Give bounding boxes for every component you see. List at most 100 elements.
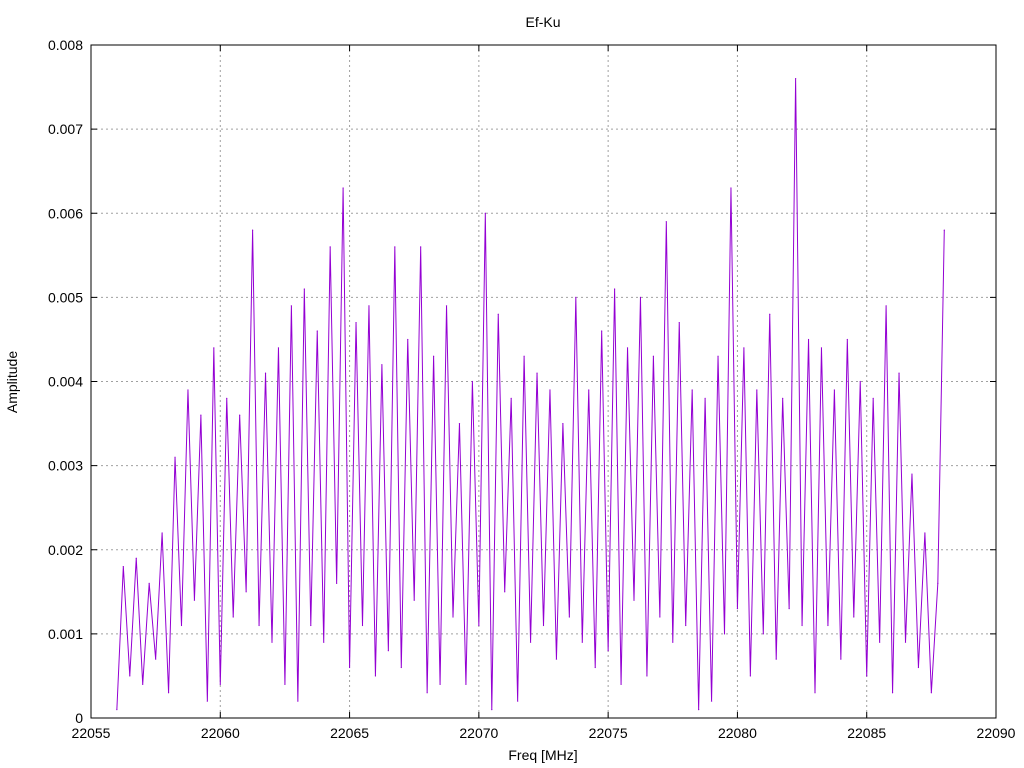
data-point: [614, 288, 616, 290]
data-point: [142, 683, 144, 685]
data-point: [698, 708, 700, 711]
data-point: [846, 338, 848, 341]
data-point: [672, 641, 674, 643]
data-point: [374, 675, 377, 677]
data-point: [523, 355, 525, 357]
data-point: [911, 473, 913, 475]
data-point: [885, 305, 887, 307]
data-point: [155, 658, 157, 660]
data-point: [917, 666, 920, 669]
data-point: [478, 624, 480, 627]
data-point: [458, 422, 461, 425]
data-point: [788, 608, 790, 610]
data-point: [413, 599, 415, 601]
y-tick-label: 0.007: [48, 121, 83, 137]
data-point: [290, 305, 292, 307]
data-point: [704, 397, 706, 399]
y-tick-label: 0.006: [48, 205, 83, 221]
x-tick-label: 22055: [72, 725, 111, 741]
data-point: [361, 624, 364, 627]
data-point: [368, 305, 370, 307]
y-axis-label: Amplitude: [4, 351, 20, 413]
data-point: [685, 624, 687, 627]
data-point: [394, 246, 396, 248]
data-point: [678, 322, 680, 324]
data-point: [743, 347, 745, 349]
data-point: [355, 322, 357, 324]
data-point: [471, 380, 473, 383]
y-tick-label: 0: [75, 710, 83, 726]
data-point: [723, 633, 726, 635]
data-point: [116, 708, 118, 711]
data-point: [122, 565, 124, 568]
data-point: [594, 666, 596, 669]
data-point: [277, 347, 280, 349]
data-point: [937, 582, 939, 585]
data-point: [232, 616, 234, 618]
x-tick-label: 22085: [847, 725, 886, 741]
data-point: [426, 692, 428, 694]
y-tick-label: 0.001: [48, 626, 83, 642]
data-point: [795, 78, 797, 80]
data-point: [491, 708, 493, 711]
data-point: [445, 305, 448, 307]
x-axis-label: Freq [MHz]: [508, 747, 577, 763]
data-point: [859, 380, 861, 383]
data-point: [264, 372, 267, 374]
data-point: [536, 372, 538, 374]
data-point: [665, 221, 667, 223]
data-point: [807, 338, 810, 341]
data-point: [135, 557, 137, 559]
data-point: [833, 389, 835, 391]
x-tick-label: 22080: [718, 725, 757, 741]
data-point: [801, 624, 803, 627]
data-point: [323, 641, 325, 643]
data-point: [213, 347, 215, 349]
data-point: [756, 389, 758, 391]
data-point: [407, 338, 409, 341]
y-tick-label: 0.008: [48, 37, 83, 53]
data-point: [174, 456, 176, 458]
chart-title: Ef-Ku: [525, 14, 560, 30]
y-tick-label: 0.002: [48, 542, 83, 558]
data-point: [297, 700, 299, 702]
data-point: [161, 532, 163, 534]
data-point: [193, 599, 196, 601]
data-point: [639, 296, 642, 298]
data-point: [329, 246, 331, 248]
data-point: [762, 633, 764, 635]
data-point: [820, 347, 823, 349]
data-point: [167, 692, 170, 694]
data-point: [452, 616, 454, 618]
data-point: [439, 683, 441, 685]
data-point: [316, 330, 318, 332]
data-point: [542, 624, 545, 627]
data-point: [891, 692, 894, 694]
x-tick-label: 22090: [977, 725, 1016, 741]
series-ef-ku: [116, 78, 945, 711]
data-point: [465, 683, 467, 685]
data-point: [245, 591, 247, 593]
data-point: [562, 422, 564, 425]
data-point: [549, 389, 551, 391]
data-point: [348, 666, 351, 669]
data-point: [342, 187, 344, 189]
y-tick-label: 0.003: [48, 458, 83, 474]
data-point: [775, 658, 777, 660]
data-point: [226, 397, 228, 399]
data-point: [633, 599, 635, 601]
data-point: [814, 692, 816, 694]
data-point: [620, 683, 622, 685]
data-point: [180, 624, 183, 627]
data-point: [310, 624, 312, 627]
data-point: [924, 532, 926, 534]
data-point: [239, 414, 241, 416]
data-point: [646, 675, 648, 677]
data-point: [148, 582, 150, 585]
data-point: [387, 650, 389, 652]
tick-labels: 22055 22060 22065 22070 22075 22080 22085 22090…: [48, 37, 1016, 741]
data-point: [258, 624, 260, 627]
data-point: [484, 212, 486, 214]
data-point: [284, 683, 286, 685]
data-point: [853, 616, 855, 618]
